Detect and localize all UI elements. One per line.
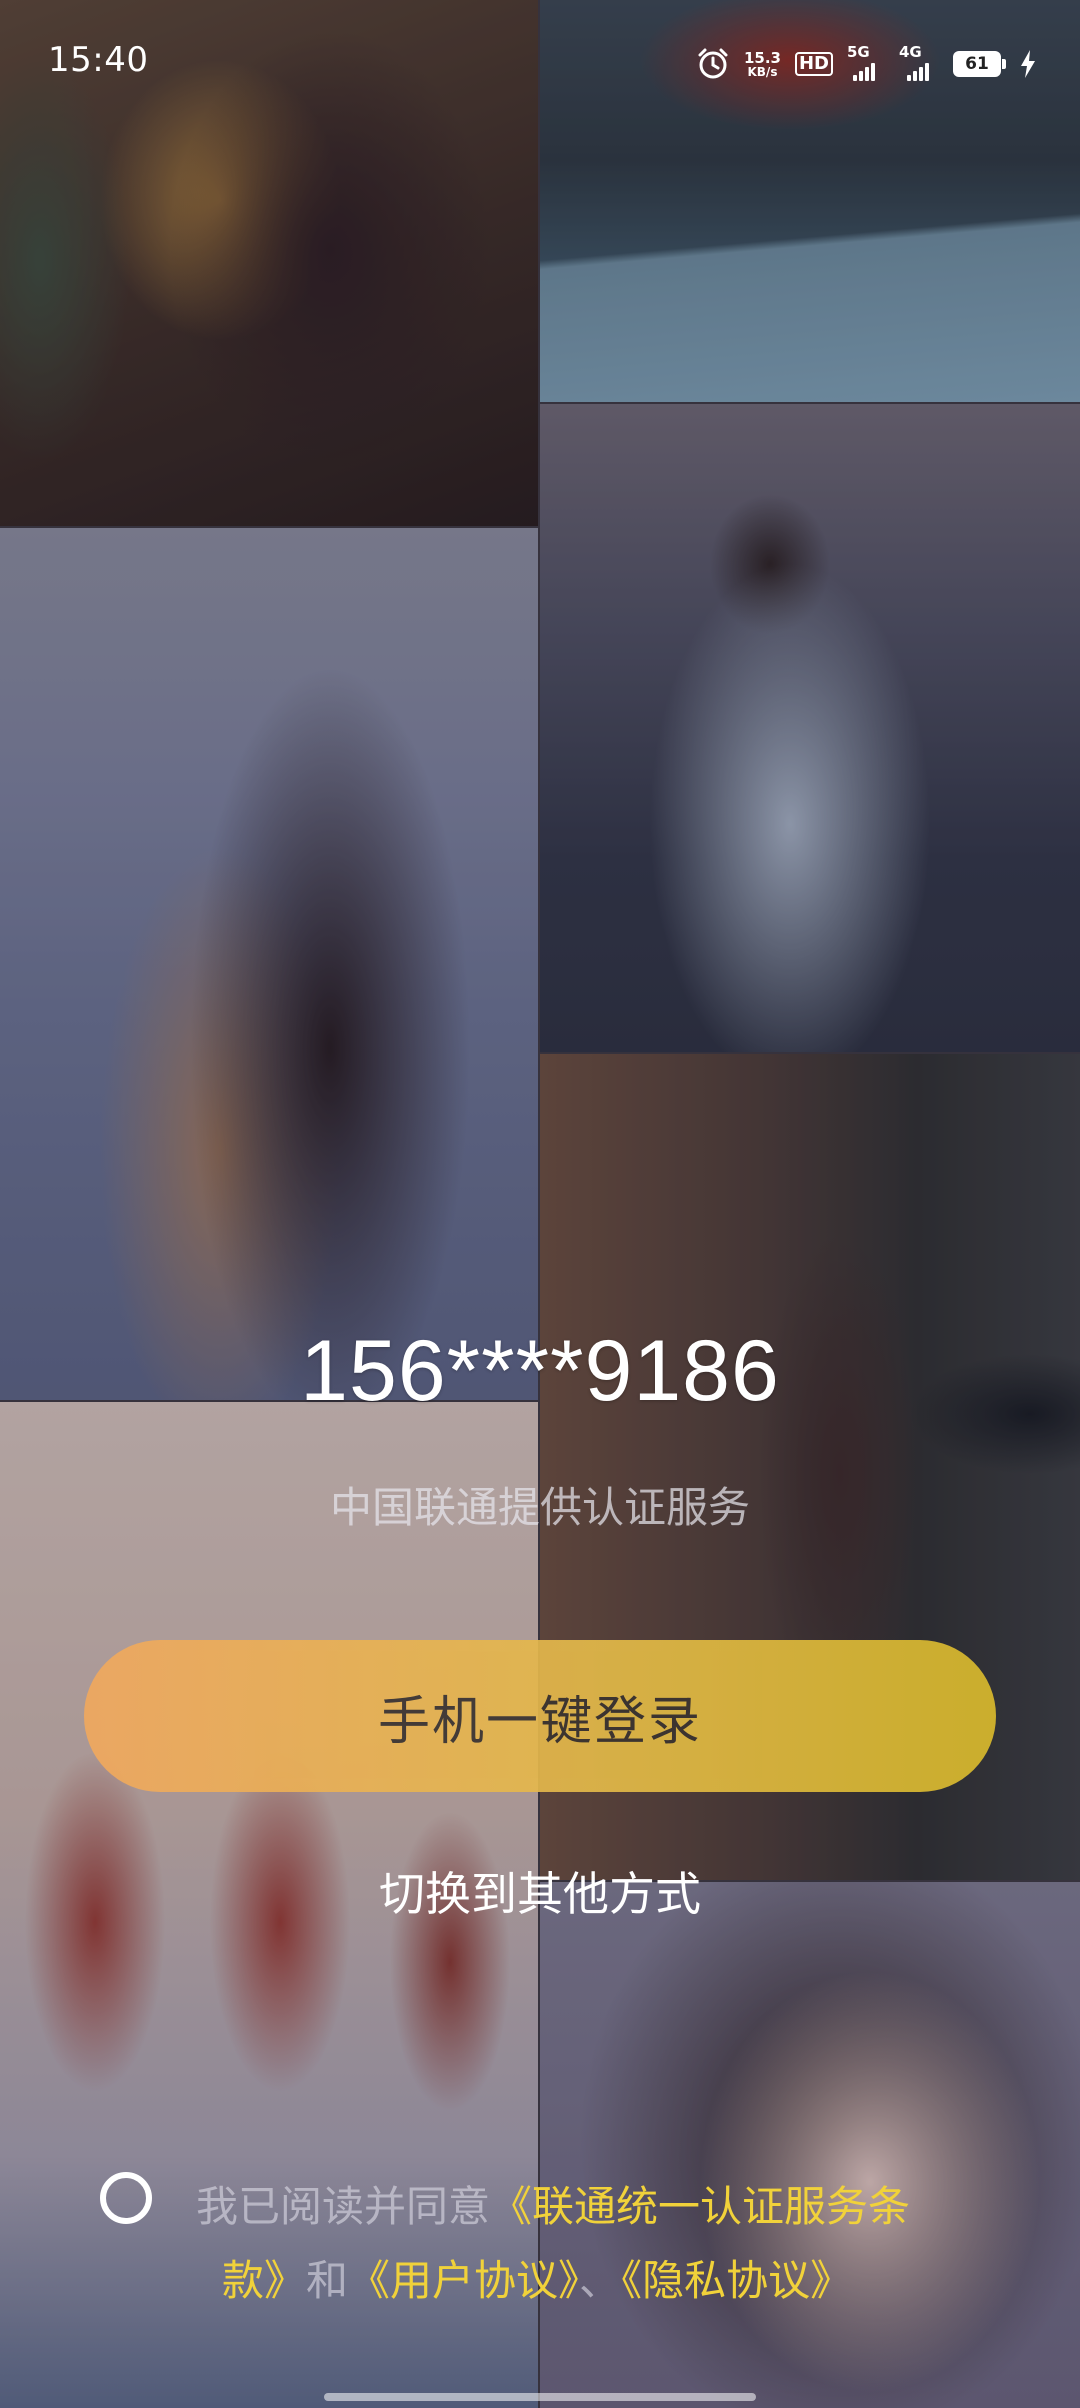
unicom-service-terms-link[interactable]: 《联通统一认证服务条: [490, 2182, 910, 2231]
agree-checkbox[interactable]: [100, 2172, 152, 2224]
home-indicator[interactable]: [324, 2393, 756, 2401]
agreement-text: 我已阅读并同意《联通统一认证服务条 款》和《用户协议》、《隐私协议》: [196, 2170, 996, 2318]
privacy-policy-link[interactable]: 《隐私协议》: [621, 2256, 852, 2305]
auth-provider-text: 中国联通提供认证服务: [329, 1483, 750, 1532]
masked-phone-number: 156****9186: [300, 1323, 780, 1419]
battery-level: 61: [953, 51, 1001, 77]
signal-4g-label: 4G: [899, 43, 922, 61]
signal-5g-icon: 5G: [847, 43, 885, 81]
status-bar: 15:40 15.3 KB/s HD 5G 4G 61: [0, 0, 1080, 130]
net-speed-unit: KB/s: [747, 64, 778, 79]
net-speed-value: 15.3: [743, 48, 781, 67]
hd-icon: HD: [794, 52, 833, 76]
user-agreement-link[interactable]: 《用户协议》: [348, 2256, 579, 2305]
agreement-line-2: 款》和《用户协议》、《隐私协议》: [196, 2244, 996, 2318]
one-click-login-button[interactable]: 手机一键登录: [84, 1640, 996, 1792]
status-time: 15:40: [48, 40, 149, 80]
unicom-service-terms-part1: 《联通统一认证服务条: [490, 2182, 911, 2231]
charging-bolt-icon: [1020, 50, 1036, 78]
signal-5g-label: 5G: [847, 43, 870, 61]
alarm-icon: [696, 47, 730, 81]
one-click-login-label: 手机一键登录: [377, 1692, 702, 1751]
agreement-and: 和: [306, 2256, 349, 2305]
background-dim-overlay: [0, 0, 1080, 2408]
status-icons: 15.3 KB/s HD 5G 4G 61: [696, 43, 1036, 84]
unicom-service-terms-link-cont[interactable]: 款》: [222, 2256, 306, 2305]
battery-icon: 61: [953, 51, 1006, 77]
signal-4g-icon: 4G: [899, 43, 939, 81]
agreement-separator: 、: [579, 2256, 622, 2305]
switch-login-method-link[interactable]: 切换到其他方式: [0, 1858, 1080, 1924]
agreement-prefix: 我已阅读并同意: [196, 2182, 491, 2231]
net-speed-indicator: 15.3 KB/s: [743, 48, 781, 79]
